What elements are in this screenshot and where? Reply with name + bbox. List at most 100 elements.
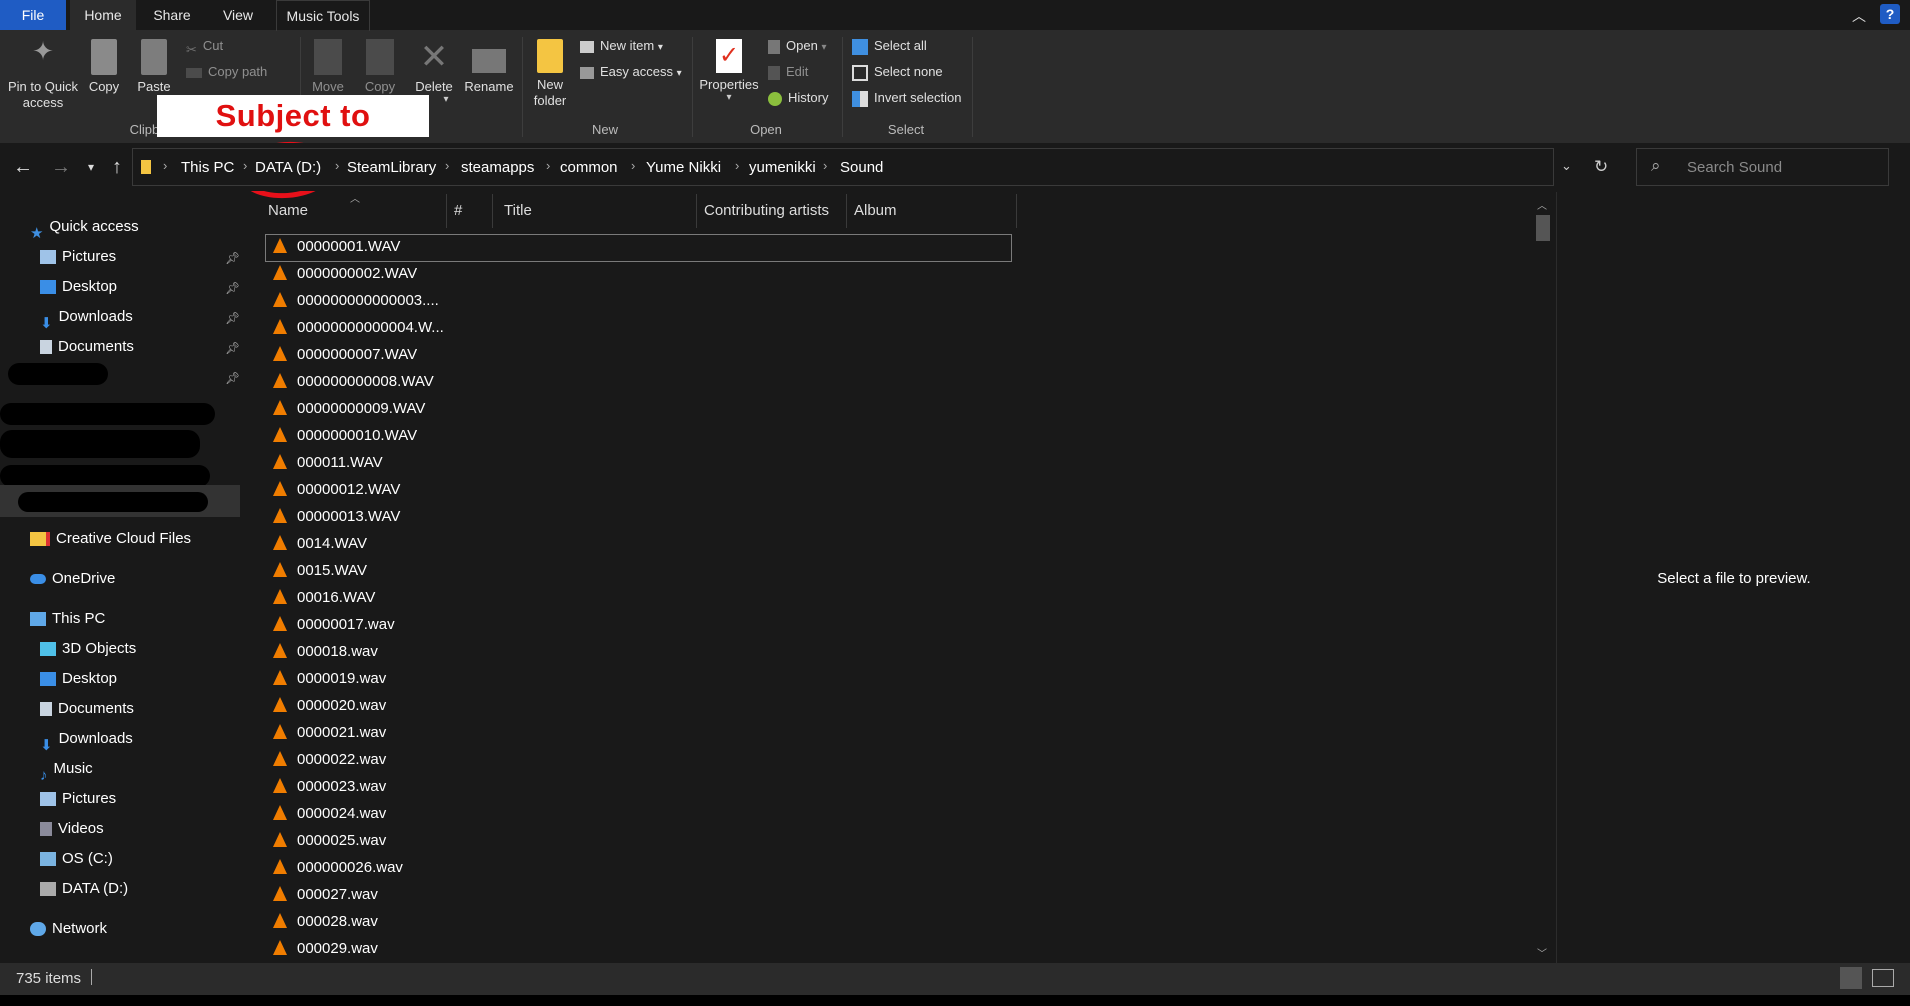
file-row[interactable]: 0000000010.WAV [265,423,417,449]
back-icon[interactable]: ← [10,155,36,179]
column-divider[interactable] [446,194,447,228]
copy-to-button[interactable]: Copy [360,39,400,95]
file-row[interactable]: 000029.wav [265,936,378,962]
nav-os-c[interactable]: OS (C:) [40,845,113,873]
file-row[interactable]: 00000012.WAV [265,477,400,503]
scroll-down-icon[interactable]: ﹀ [1537,945,1547,960]
scroll-up-icon[interactable]: ︿ [1537,197,1547,212]
properties-dropdown-icon[interactable]: ▾ [696,93,762,103]
file-row[interactable]: 0000019.wav [265,666,386,692]
large-icons-view-icon[interactable] [1872,969,1894,987]
file-row[interactable]: 0000024.wav [265,801,386,827]
collapse-ribbon-icon[interactable]: ︿ [1852,6,1866,26]
pin-icon[interactable]: 📌︎ [225,251,240,265]
rename-button[interactable]: Rename [462,39,516,95]
column-header-number[interactable]: # [454,196,462,226]
file-row[interactable]: 000018.wav [265,639,378,665]
pin-icon[interactable]: 📌︎ [225,281,240,295]
nav-music[interactable]: ♪ Music [40,755,93,784]
history-button[interactable]: History [768,87,828,109]
column-header-name[interactable]: Name [268,196,308,226]
file-row[interactable]: 00000001.WAV [265,234,400,260]
file-row[interactable]: 000011.WAV [265,450,383,476]
file-row[interactable]: 0000023.wav [265,774,386,800]
file-row[interactable]: 00000000009.WAV [265,396,425,422]
file-row[interactable]: 000000026.wav [265,855,403,881]
column-header-contributing-artists[interactable]: Contributing artists [704,196,829,226]
search-box[interactable]: ⌕ Search Sound [1636,148,1889,186]
forward-icon[interactable]: → [48,155,74,179]
nav-desktop[interactable]: Desktop [40,665,117,693]
file-row[interactable]: 00016.WAV [265,585,375,611]
column-divider[interactable] [696,194,697,228]
nav-this-pc[interactable]: This PC [30,605,105,633]
file-row[interactable]: 000000000008.WAV [265,369,434,395]
nav-downloads[interactable]: ⬇ Downloads [40,725,133,754]
chevron-right-icon[interactable]: › [335,158,339,173]
nav-data-d[interactable]: DATA (D:) [40,875,128,903]
address-dropdown-icon[interactable]: ⌄ [1561,158,1572,174]
breadcrumb-yumenikki[interactable]: yumenikki [749,159,816,176]
file-row[interactable]: 000028.wav [265,909,378,935]
column-divider[interactable] [846,194,847,228]
file-row[interactable]: 0014.WAV [265,531,367,557]
pin-to-quick-access-button[interactable]: ✦ Pin to Quick access [4,38,82,111]
nav-network[interactable]: Network [30,915,107,943]
chevron-right-icon[interactable]: › [735,158,739,173]
chevron-right-icon[interactable]: › [823,158,827,173]
chevron-right-icon[interactable]: › [631,158,635,173]
file-row[interactable]: 000027.wav [265,882,378,908]
edit-button[interactable]: Edit [768,61,808,83]
nav-documents[interactable]: Documents [40,695,134,723]
file-row[interactable]: 00000013.WAV [265,504,400,530]
paste-button[interactable]: Paste [136,39,172,95]
breadcrumb-common[interactable]: common [560,159,618,176]
breadcrumb-steamapps[interactable]: steamapps [461,159,534,176]
file-row[interactable]: 000000000000003.... [265,288,439,314]
cut-button[interactable]: ✂ Cut [186,35,223,57]
nav-quick-access[interactable]: ★ Quick access [30,213,139,242]
column-header-title[interactable]: Title [504,196,532,226]
file-row[interactable]: 0000000007.WAV [265,342,417,368]
select-all-button[interactable]: Select all [852,35,927,57]
chevron-right-icon[interactable]: › [546,158,550,173]
file-row[interactable]: 0000025.wav [265,828,386,854]
chevron-right-icon[interactable]: › [445,158,449,173]
nav-quick-pictures[interactable]: Pictures [40,243,116,271]
file-row[interactable]: 0000000002.WAV [265,261,417,287]
vertical-scrollbar[interactable]: ︿ ﹀ [1533,197,1553,963]
new-item-button[interactable]: New item ▾ [580,35,663,57]
nav-pictures[interactable]: Pictures [40,785,116,813]
tab-music-tools[interactable]: Music Tools [276,0,370,31]
properties-button[interactable]: ✓ Properties ▾ [696,39,762,103]
address-bar[interactable]: › This PC › DATA (D:) › SteamLibrary › s… [132,148,1608,186]
recent-locations-icon[interactable]: ▾ [78,155,104,179]
column-header-album[interactable]: Album [854,196,897,226]
nav-quick-downloads[interactable]: ⬇ Downloads [40,303,133,332]
easy-access-button[interactable]: Easy access ▾ [580,61,682,83]
breadcrumb-yume-nikki[interactable]: Yume Nikki [646,159,721,176]
file-row[interactable]: 0015.WAV [265,558,367,584]
tab-view[interactable]: View [210,0,266,30]
invert-selection-button[interactable]: Invert selection [852,87,961,109]
file-row[interactable]: 00000017.wav [265,612,395,638]
breadcrumb-steamlibrary[interactable]: SteamLibrary [347,159,436,176]
file-row[interactable]: 0000020.wav [265,693,386,719]
search-input[interactable]: Search Sound [1687,159,1782,176]
file-row[interactable]: 0000021.wav [265,720,386,746]
new-folder-button[interactable]: New folder [528,39,572,109]
column-divider[interactable] [492,194,493,228]
breadcrumb-sound[interactable]: Sound [840,159,883,176]
copy-path-button[interactable]: Copy path [186,61,267,83]
breadcrumb-this-pc[interactable]: This PC [181,159,234,176]
nav-quick-desktop[interactable]: Desktop [40,273,117,301]
select-none-button[interactable]: Select none [852,61,943,83]
pin-icon[interactable]: 📌︎ [225,341,240,355]
nav-3d-objects[interactable]: 3D Objects [40,635,136,663]
pin-icon[interactable]: 📌︎ [225,371,240,385]
tab-file[interactable]: File [0,0,66,30]
nav-onedrive[interactable]: OneDrive [30,565,115,593]
details-view-icon[interactable] [1840,967,1862,989]
nav-quick-documents[interactable]: Documents [40,333,134,361]
help-icon[interactable]: ? [1880,4,1900,24]
